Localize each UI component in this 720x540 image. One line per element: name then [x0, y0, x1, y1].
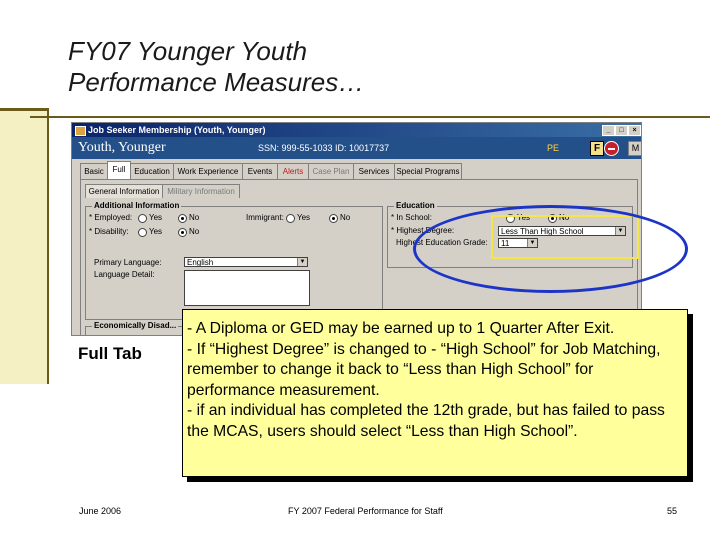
in-school-label: * In School: — [391, 213, 432, 222]
footer-page-number: 55 — [667, 506, 678, 516]
employed-label: * Employed: — [89, 213, 133, 222]
close-icon[interactable]: × — [628, 125, 641, 136]
immigrant-no-label: No — [340, 213, 351, 222]
main-tabs: Basic Full Education Work Experience Eve… — [80, 161, 640, 179]
minimize-icon[interactable]: _ — [602, 125, 615, 136]
education-title: Education — [394, 201, 437, 210]
record-header: Youth, Younger SSN: 999-55-1033 ID: 1001… — [72, 137, 641, 159]
note-line-2: - If “Highest Degree” is changed to - “H… — [187, 340, 661, 399]
stop-icon[interactable] — [604, 141, 619, 156]
disability-no-label: No — [189, 227, 200, 236]
window-title: Job Seeker Membership (Youth, Younger) — [88, 125, 266, 135]
language-detail-input[interactable] — [184, 270, 310, 306]
disability-yes-radio[interactable] — [138, 228, 147, 237]
tab-basic[interactable]: Basic — [80, 163, 108, 179]
disability-no-radio[interactable] — [178, 228, 187, 237]
disability-label: * Disability: — [89, 227, 129, 236]
title-line-1: FY07 Younger Youth — [68, 36, 308, 66]
accent-bar — [0, 108, 49, 384]
employed-no-radio[interactable] — [178, 214, 187, 223]
m-button[interactable]: M — [628, 141, 641, 156]
app-icon — [75, 126, 86, 136]
title-line-2: Performance Measures… — [68, 67, 365, 97]
tab-education[interactable]: Education — [130, 163, 174, 179]
immigrant-label: Immigrant: — [246, 213, 284, 222]
window-titlebar: Job Seeker Membership (Youth, Younger) _… — [72, 123, 641, 137]
tab-full[interactable]: Full — [107, 161, 131, 179]
maximize-icon[interactable]: □ — [615, 125, 628, 136]
footer-title: FY 2007 Federal Performance for Staff — [288, 506, 443, 516]
tab-case-plan[interactable]: Case Plan — [308, 163, 354, 179]
immigrant-no-radio[interactable] — [329, 214, 338, 223]
subtab-general-information[interactable]: General Information — [85, 184, 163, 198]
primary-language-select[interactable]: English ▼ — [184, 257, 308, 267]
tab-events[interactable]: Events — [242, 163, 278, 179]
note-line-1: - A Diploma or GED may be earned up to 1… — [187, 320, 615, 337]
immigrant-yes-label: Yes — [297, 213, 311, 222]
subtab-military-information[interactable]: Military Information — [162, 184, 240, 198]
primary-language-value: English — [187, 258, 214, 267]
immigrant-yes-radio[interactable] — [286, 214, 295, 223]
tab-special-programs[interactable]: Special Programs — [394, 163, 462, 179]
additional-information-group: Additional Information * Employed: Yes N… — [85, 201, 383, 320]
disability-yes-label: Yes — [149, 227, 163, 236]
additional-information-title: Additional Information — [92, 201, 182, 210]
employed-yes-radio[interactable] — [138, 214, 147, 223]
language-detail-label: Language Detail: — [94, 270, 155, 279]
full-tab-label: Full Tab — [78, 344, 142, 363]
note-line-3: - if an individual has completed the 12t… — [187, 402, 665, 440]
note-callout: - A Diploma or GED may be earned up to 1… — [182, 309, 688, 477]
primary-language-label: Primary Language: — [94, 258, 162, 267]
slide-title: FY07 Younger Youth Performance Measures… — [68, 36, 668, 98]
employed-yes-label: Yes — [149, 213, 163, 222]
f-button[interactable]: F — [590, 141, 604, 156]
employed-no-label: No — [189, 213, 200, 222]
chevron-down-icon: ▼ — [297, 258, 307, 266]
footer-date: June 2006 — [79, 506, 122, 516]
tab-services[interactable]: Services — [353, 163, 395, 179]
header-name: Youth, Younger — [78, 140, 166, 155]
tab-alerts[interactable]: Alerts — [277, 163, 309, 179]
highlight-ellipse — [413, 205, 688, 293]
pe-label: PE — [547, 143, 560, 153]
tab-work-experience[interactable]: Work Experience — [173, 163, 243, 179]
economically-disadvantaged-title: Economically Disad... — [92, 321, 179, 330]
ssn-id-text: SSN: 999-55-1033 ID: 10017737 — [258, 143, 390, 153]
title-rule — [30, 116, 710, 118]
